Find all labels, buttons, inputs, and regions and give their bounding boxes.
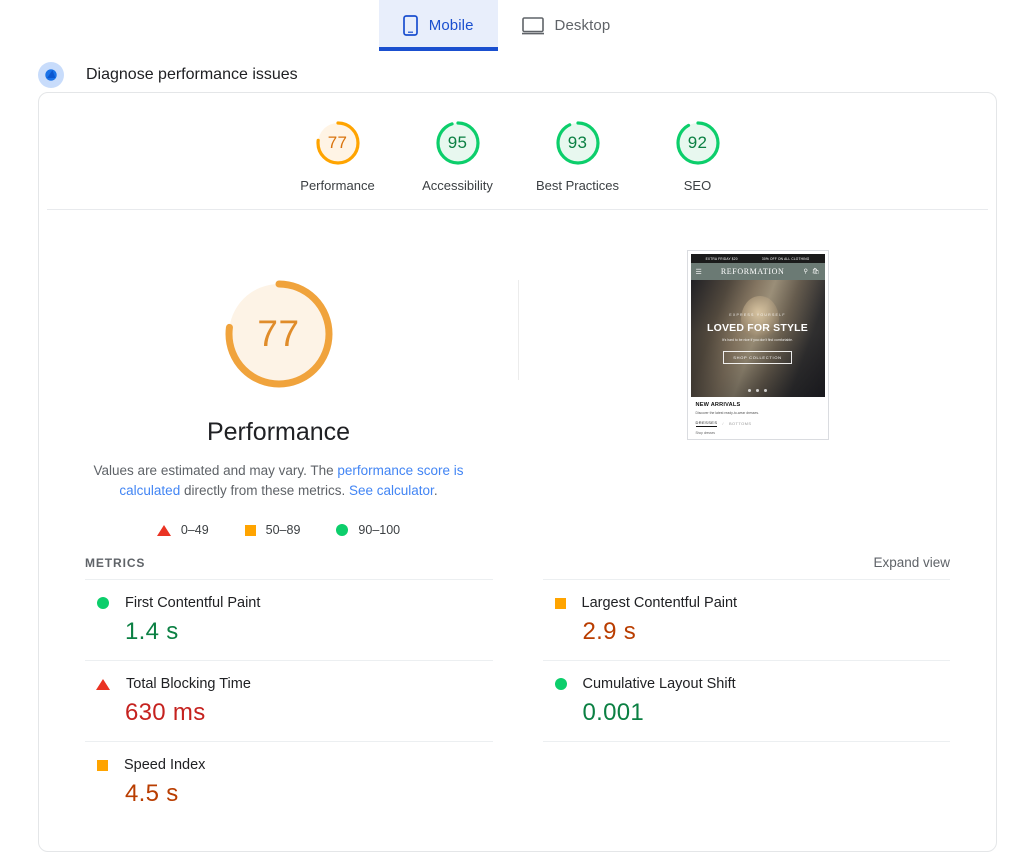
gauge-performance-large-value: 77 — [257, 313, 300, 354]
hamburger-menu-icon: ☰ — [695, 268, 702, 276]
legend-item-fail: 0–49 — [156, 523, 209, 537]
final-screenshot-panel: EXTRA FRIDAY $20 30% OFF ON ALL CLOTHING… — [519, 250, 996, 537]
score-legend: 0–49 50–89 90–100 — [156, 523, 400, 537]
gauge-best-practices: 93 — [554, 119, 602, 167]
metric-cumulative-layout-shift[interactable]: Cumulative Layout Shift 0.001 — [542, 660, 950, 741]
performance-detail: 77 Performance Values are estimated and … — [39, 210, 996, 537]
score-item-seo[interactable]: 92 SEO — [638, 119, 758, 193]
featured-score-panel: 77 Performance Values are estimated and … — [39, 250, 518, 537]
tab-desktop[interactable]: Desktop — [498, 0, 635, 51]
screenshot-section-subtitle: Discover the latest ready-to-wear dresse… — [695, 411, 760, 415]
search-icon: ⚲ — [803, 269, 808, 275]
metrics-grid: First Contentful Paint 1.4 s Largest Con… — [85, 579, 950, 822]
metric-name: Total Blocking Time — [126, 676, 251, 692]
diagnose-label: Diagnose performance issues — [86, 65, 298, 83]
gauge-best-practices-value: 93 — [567, 133, 588, 152]
metrics-header: METRICS Expand view — [39, 537, 996, 570]
screenshot-nav-bar: ☰ REFORMATION ⚲ 🛍 — [690, 263, 825, 280]
score-description-pre: Values are estimated and may vary. The — [93, 463, 338, 478]
metric-name: First Contentful Paint — [125, 595, 261, 611]
metric-value: 2.9 s — [582, 618, 637, 645]
square-icon — [244, 524, 256, 536]
gauge-performance-value: 77 — [327, 133, 348, 152]
score-label-best-practices: Best Practices — [535, 178, 620, 193]
page-title: Performance — [206, 418, 351, 446]
gauge-performance: 77 — [314, 119, 362, 167]
score-item-accessibility[interactable]: 95 Accessibility — [398, 119, 518, 193]
circle-icon — [554, 678, 567, 690]
device-tab-bar: Mobile Desktop — [0, 0, 1013, 51]
report-card: 77 Performance 95 Accessibility 93 Best … — [38, 92, 997, 852]
mobile-phone-icon — [402, 15, 418, 36]
diagnose-row: Diagnose performance issues — [0, 54, 1013, 95]
metrics-title: METRICS — [85, 556, 146, 570]
screenshot-brand-logo: REFORMATION — [720, 267, 785, 276]
circle-icon — [97, 597, 109, 609]
metric-speed-index[interactable]: Speed Index 4.5 s — [85, 741, 493, 822]
screenshot-hero-subtitle: It's hard to be nice if you don't find c… — [722, 338, 793, 342]
circle-icon — [336, 524, 349, 536]
metric-value: 630 ms — [125, 699, 206, 726]
score-label-accessibility: Accessibility — [422, 178, 493, 193]
legend-label-average: 50–89 — [265, 523, 301, 537]
triangle-icon — [156, 524, 171, 536]
lighthouse-icon — [38, 61, 64, 88]
screenshot-hero: EXPRESS YOURSELF LOVED FOR STYLE It's ha… — [690, 280, 825, 397]
screenshot-carousel-dots — [691, 389, 825, 392]
metric-value: 0.001 — [582, 699, 645, 726]
metric-value: 1.4 s — [125, 618, 179, 645]
legend-item-pass: 90–100 — [336, 523, 400, 537]
tab-mobile-label: Mobile — [428, 17, 474, 34]
score-item-performance[interactable]: 77 Performance — [278, 119, 398, 193]
shopping-bag-icon: 🛍 — [811, 269, 820, 275]
metric-largest-contentful-paint[interactable]: Largest Contentful Paint 2.9 s — [542, 579, 950, 660]
screenshot-section-title: NEW ARRIVALS — [695, 402, 741, 408]
metric-value: 4.5 s — [125, 780, 179, 807]
screenshot-hero-eyebrow: EXPRESS YOURSELF — [729, 313, 786, 317]
metric-first-contentful-paint[interactable]: First Contentful Paint 1.4 s — [85, 579, 493, 660]
legend-label-pass: 90–100 — [358, 523, 401, 537]
square-icon — [554, 597, 566, 609]
screenshot-tab-separator: / — [722, 421, 724, 426]
screenshot-body: NEW ARRIVALS Discover the latest ready-t… — [691, 397, 825, 436]
metric-placeholder — [542, 741, 950, 822]
screenshot-shop-link: Shop dresses — [695, 431, 716, 435]
desktop-monitor-icon — [521, 16, 544, 35]
gauge-seo: 92 — [674, 119, 722, 167]
gauge-accessibility-value: 95 — [447, 133, 468, 152]
metric-total-blocking-time[interactable]: Total Blocking Time 630 ms — [85, 660, 493, 741]
category-score-strip: 77 Performance 95 Accessibility 93 Best … — [39, 93, 996, 209]
expand-view-button[interactable]: Expand view — [873, 555, 950, 570]
screenshot-hero-title: LOVED FOR STYLE — [706, 322, 808, 334]
metric-name: Cumulative Layout Shift — [582, 676, 736, 692]
metric-name: Speed Index — [124, 757, 206, 773]
score-description: Values are estimated and may vary. The p… — [83, 461, 475, 501]
score-description-mid: directly from these metrics. — [180, 483, 349, 498]
tab-mobile[interactable]: Mobile — [378, 0, 498, 51]
legend-label-fail: 0–49 — [180, 523, 209, 537]
screenshot-tab-bottoms: BOTTOMS — [728, 421, 752, 426]
gauge-accessibility: 95 — [434, 119, 482, 167]
legend-item-average: 50–89 — [244, 523, 301, 537]
tab-desktop-label: Desktop — [554, 17, 611, 34]
score-description-post: . — [433, 483, 438, 498]
screenshot-promo-bar: EXTRA FRIDAY $20 30% OFF ON ALL CLOTHING — [690, 254, 825, 263]
gauge-seo-value: 92 — [687, 133, 708, 152]
see-calculator-link[interactable]: See calculator — [349, 483, 434, 498]
square-icon — [97, 759, 108, 771]
final-screenshot[interactable]: EXTRA FRIDAY $20 30% OFF ON ALL CLOTHING… — [686, 250, 829, 440]
screenshot-promo-right: 30% OFF ON ALL CLOTHING — [761, 256, 810, 261]
screenshot-nav-icons: ⚲ 🛍 — [803, 268, 819, 275]
screenshot-hero-cta: SHOP COLLECTION — [723, 351, 792, 364]
score-label-performance: Performance — [300, 178, 375, 193]
gauge-performance-large: 77 — [220, 275, 338, 393]
score-item-best-practices[interactable]: 93 Best Practices — [518, 119, 638, 193]
screenshot-category-tabs: DRESSES / BOTTOMS — [695, 420, 820, 427]
screenshot-tab-dresses: DRESSES — [695, 420, 718, 427]
screenshot-promo-left: EXTRA FRIDAY $20 — [705, 256, 738, 261]
tab-active-indicator — [378, 47, 498, 51]
triangle-icon — [96, 678, 110, 690]
score-label-seo: SEO — [683, 178, 712, 193]
metric-name: Largest Contentful Paint — [581, 595, 738, 611]
